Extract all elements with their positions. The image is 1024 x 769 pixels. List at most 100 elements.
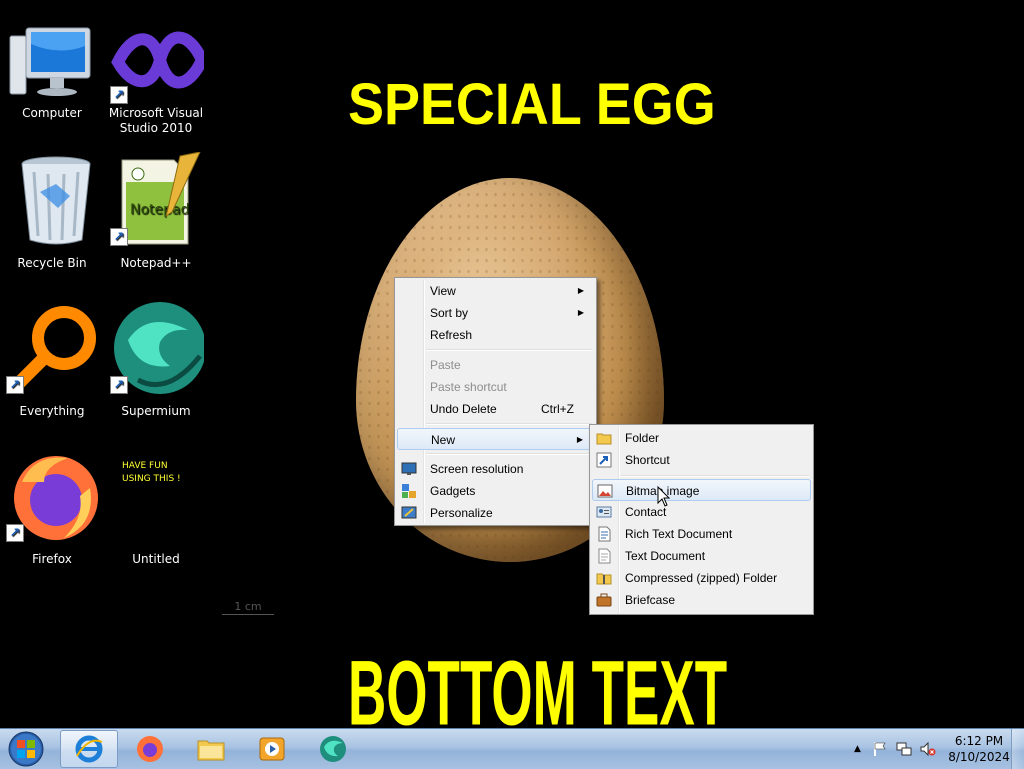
submenu-item-rich-text-document[interactable]: Rich Text Document [592,523,811,545]
clock[interactable]: 6:12 PM 8/10/2024 [948,733,1010,765]
desktop-icon-label: Supermium [121,404,191,418]
notepad-plus-plus-icon: Notepad ↗ [108,151,204,248]
start-button[interactable] [4,731,48,767]
menu-separator [426,423,592,425]
bitmap-icon [597,483,613,499]
taskbar-pinned-firefox[interactable] [121,730,179,768]
menu-item-personalize[interactable]: Personalize [397,502,594,524]
clock-time: 6:12 PM [954,734,1004,748]
submenu-item-compressed-folder[interactable]: Compressed (zipped) Folder [592,567,811,589]
submenu-item-shortcut[interactable]: Shortcut [592,449,811,471]
menu-item-label: Undo Delete [430,402,497,416]
new-submenu: Folder Shortcut Bitmap image Contact Ric… [589,424,814,615]
menu-item-paste: Paste [397,354,594,376]
menu-item-label: Paste [430,358,461,372]
shortcut-icon [596,452,612,468]
desktop-icon-label: Everything [19,404,85,418]
personalize-icon [401,505,417,521]
shortcut-arrow-icon: ↗ [6,376,24,394]
menu-separator [426,349,592,351]
menu-item-label: Personalize [430,506,493,520]
folder-icon [596,430,612,446]
shortcut-arrow-icon: ↗ [110,86,128,104]
desktop-context-menu: View ▶ Sort by ▶ Refresh Paste Paste sho… [394,277,597,526]
volume-muted-icon[interactable] [920,741,936,757]
menu-item-label: Gadgets [430,484,476,498]
windows-orb-icon [8,731,44,767]
ruler-scale: 1 cm [222,600,274,615]
monitor-icon [401,461,417,477]
menu-item-paste-shortcut: Paste shortcut [397,376,594,398]
menu-item-screen-resolution[interactable]: Screen resolution [397,458,594,480]
ruler-label: 1 cm [234,600,262,613]
desktop-icon-notepad-plus-plus[interactable]: Notepad ↗ Notepad++ [104,151,208,271]
taskbar-pinned-explorer[interactable] [182,730,240,768]
text-document-icon [596,548,612,564]
menu-item-label: Folder [625,431,660,445]
supermium-icon [320,736,346,762]
menu-item-view[interactable]: View ▶ [397,280,594,302]
desktop-icon-label: Firefox [32,552,72,566]
shortcut-arrow-icon: ↗ [110,228,128,246]
taskbar-pinned-media-player[interactable] [243,730,301,768]
menu-item-label: Refresh [430,328,473,342]
shortcut-arrow-icon: ↗ [6,524,24,542]
briefcase-icon [596,592,612,608]
submenu-item-text-document[interactable]: Text Document [592,545,811,567]
desktop-icon-supermium[interactable]: ↗ Supermium [104,300,208,419]
wallpaper-top-text: SPECIAL EGG [348,72,716,137]
menu-item-gadgets[interactable]: Gadgets [397,480,594,502]
everything-search-icon: ↗ [4,300,100,396]
shortcut-arrow-icon: ↗ [110,376,128,394]
desktop-icon-recycle-bin[interactable]: Recycle Bin [0,152,104,271]
visual-studio-icon: ↗ [108,22,209,118]
folder-icon [197,740,225,761]
menu-item-refresh[interactable]: Refresh [397,324,594,346]
submenu-arrow-icon: ▶ [576,435,583,444]
submenu-item-folder[interactable]: Folder [592,427,811,449]
submenu-arrow-icon: ▶ [577,286,584,295]
show-desktop-button[interactable] [1011,729,1024,769]
system-tray: ▲ 6:12 PM 8/10/2024 [854,729,1010,769]
action-center-flag-icon[interactable] [872,741,888,757]
clock-date: 8/10/2024 [948,750,1010,764]
menu-item-label: View [430,284,456,298]
svg-text:Notepad: Notepad [130,202,190,218]
desktop-icon-firefox[interactable]: ↗ Firefox [0,448,104,567]
mouse-cursor-icon [657,485,671,508]
taskbar-pinned-supermium[interactable] [304,730,362,768]
desktop-icon-label: Recycle Bin [17,256,87,270]
media-player-icon [259,737,285,761]
menu-item-label: Paste shortcut [430,380,507,394]
computer-icon [4,22,100,118]
menu-item-label: Sort by [430,306,469,320]
desktop-icon-label: Notepad++ [120,256,192,270]
desktop-icon-everything[interactable]: ↗ Everything [0,300,104,419]
menu-separator [621,475,809,477]
menu-item-label: Shortcut [625,453,670,467]
submenu-item-bitmap-image[interactable]: Bitmap image [592,479,811,501]
rich-text-icon [596,526,612,542]
network-icon[interactable] [896,741,912,757]
supermium-icon: ↗ [108,300,206,396]
menu-item-label: Rich Text Document [625,527,733,541]
taskbar-pinned-internet-explorer[interactable] [60,730,118,768]
gadgets-icon [401,483,417,499]
menu-item-label: New [431,433,456,447]
menu-item-sort-by[interactable]: Sort by ▶ [397,302,594,324]
zip-folder-icon [596,570,612,586]
desktop-icon-computer[interactable]: Computer [0,22,104,121]
menu-item-undo-delete[interactable]: Undo Delete Ctrl+Z [397,398,594,420]
submenu-arrow-icon: ▶ [577,308,584,317]
show-hidden-icons-icon[interactable]: ▲ [854,741,864,757]
submenu-item-briefcase[interactable]: Briefcase [592,589,811,611]
internet-explorer-icon [75,735,103,763]
desktop-icon-visual-studio[interactable]: ↗ Microsoft Visual Studio 2010 [104,22,209,136]
menu-item-label: Text Document [625,549,706,563]
contact-icon [596,504,612,520]
firefox-icon [137,736,163,762]
untitled-thumbnail-text: HAVE FUN USING THIS ! [122,461,181,484]
submenu-item-contact[interactable]: Contact [592,501,811,523]
menu-separator [426,453,592,455]
menu-item-new[interactable]: New ▶ [397,428,594,450]
